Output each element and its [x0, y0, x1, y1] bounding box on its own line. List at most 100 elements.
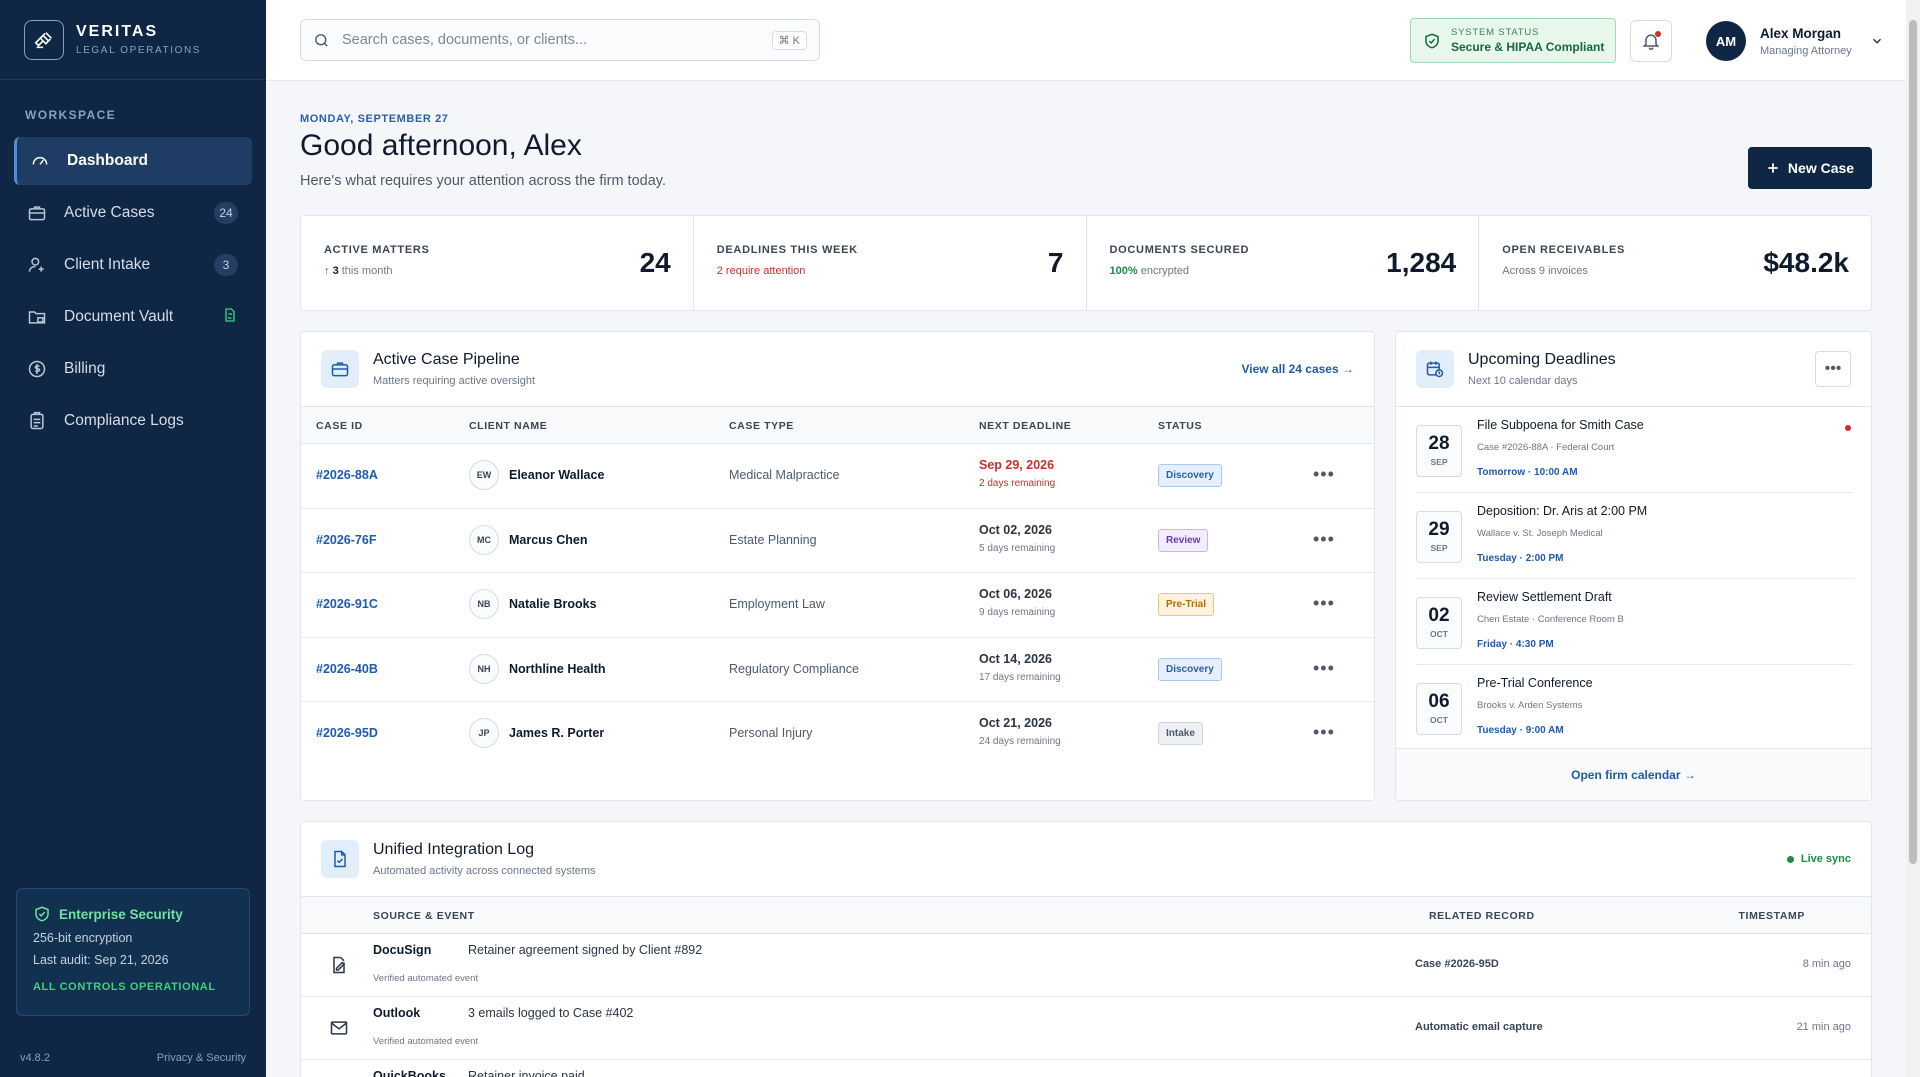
deadline-remaining: 5 days remaining	[979, 542, 1056, 554]
topbar: Search cases, documents, or clients... ⌘…	[266, 0, 1906, 81]
view-all-cases-link[interactable]: View all 24 cases →	[1241, 362, 1354, 376]
case-id-link[interactable]: #2026-40B	[316, 662, 378, 676]
column-header[interactable]: NEXT DEADLINE	[979, 420, 1071, 432]
briefcase-icon	[321, 350, 359, 388]
column-header[interactable]: CASE TYPE	[729, 420, 794, 432]
calendar-date: 28 SEP	[1416, 425, 1462, 477]
sidebar-item-label: Billing	[64, 360, 106, 377]
calendar-day: 02	[1428, 605, 1450, 626]
deadline-item[interactable]: 06 OCT Pre-Trial Conference Brooks v. Ar…	[1416, 665, 1853, 748]
table-row[interactable]: #2026-88A EW Eleanor Wallace Medical Mal…	[301, 444, 1374, 509]
table-row[interactable]: #2026-40B NH Northline Health Regulatory…	[301, 638, 1374, 702]
deadline-when: Tomorrow · 10:00 AM	[1477, 467, 1578, 478]
security-card: Enterprise Security 256-bit encryption L…	[16, 888, 250, 1016]
user-menu[interactable]: AM Alex Morgan Managing Attorney	[1706, 20, 1884, 62]
table-row[interactable]: #2026-91C NB Natalie Brooks Employment L…	[301, 573, 1374, 638]
deadline-date: Oct 14, 2026	[979, 651, 1052, 666]
notifications-button[interactable]	[1630, 20, 1672, 62]
deadline-cell: Oct 14, 2026 17 days remaining	[979, 652, 1061, 683]
more-actions-icon[interactable]: •••	[1313, 529, 1335, 550]
deadline-cell: Oct 06, 2026 9 days remaining	[979, 587, 1055, 618]
case-id-link[interactable]: #2026-91C	[316, 597, 378, 611]
workspace-label: WORKSPACE	[25, 108, 117, 122]
log-row[interactable]: DocuSign Retainer agreement signed by Cl…	[301, 934, 1871, 997]
page-scrollbar[interactable]	[1906, 0, 1920, 1077]
calendar-date: 02 OCT	[1416, 597, 1462, 649]
stat-value: 24	[639, 247, 671, 278]
search-input[interactable]: Search cases, documents, or clients... ⌘…	[300, 19, 820, 61]
sidebar-item-label: Document Vault	[64, 308, 174, 325]
log-related-record[interactable]: Case #2026-95D	[1415, 958, 1499, 970]
sidebar-item-client-intake[interactable]: Client Intake 3	[14, 241, 252, 289]
more-actions-icon[interactable]: •••	[1313, 658, 1335, 679]
sidebar-item-compliance-logs[interactable]: Compliance Logs	[14, 397, 252, 445]
calendar-clock-icon	[1416, 350, 1454, 388]
calendar-month: OCT	[1430, 629, 1448, 639]
stat-open-receivables[interactable]: OPEN RECEIVABLES Across 9 invoices $48.2…	[1479, 216, 1871, 310]
deadline-item[interactable]: 02 OCT Review Settlement Draft Chen Esta…	[1416, 579, 1853, 665]
column-header[interactable]: CASE ID	[316, 420, 363, 432]
dashboard-gauge-icon	[29, 150, 51, 172]
column-header[interactable]: TIMESTAMP	[1739, 910, 1805, 922]
more-options-button[interactable]: •••	[1815, 351, 1851, 387]
column-header[interactable]: STATUS	[1158, 420, 1202, 432]
live-dot	[1786, 855, 1794, 863]
table-row[interactable]: #2026-76F MC Marcus Chen Estate Planning…	[301, 509, 1374, 573]
more-actions-icon[interactable]: •••	[1313, 593, 1335, 614]
log-related-record[interactable]: Automatic email capture	[1415, 1021, 1543, 1033]
log-row[interactable]: QuickBooks Retainer invoice paid	[301, 1060, 1871, 1077]
sidebar-item-billing[interactable]: Billing	[14, 345, 252, 393]
card-footer: Open firm calendar →	[1396, 748, 1871, 800]
system-status-badge: SYSTEM STATUS Secure & HIPAA Compliant	[1410, 18, 1616, 63]
count-badge: 3	[214, 254, 238, 276]
stat-active-matters[interactable]: ACTIVE MATTERS ↑ 3 this month 24	[301, 216, 694, 310]
case-id-link[interactable]: #2026-88A	[316, 468, 378, 482]
stat-documents-secured[interactable]: DOCUMENTS SECURED 100% encrypted 1,284	[1087, 216, 1480, 310]
log-timestamp: 8 min ago	[1802, 958, 1851, 970]
brand[interactable]: VERITAS LEGAL OPERATIONS	[0, 0, 266, 80]
sidebar-footer: v4.8.2 Privacy & Security	[20, 1052, 246, 1064]
scrollbar-thumb[interactable]	[1909, 20, 1917, 864]
sidebar-item-active-cases[interactable]: Active Cases 24	[14, 189, 252, 237]
deadline-title: Review Settlement Draft	[1477, 590, 1612, 604]
deadline-title: File Subpoena for Smith Case	[1477, 418, 1644, 432]
security-last-audit: Last audit: Sep 21, 2026	[33, 953, 169, 967]
deadline-item[interactable]: 28 SEP File Subpoena for Smith Case Case…	[1416, 407, 1853, 493]
column-header[interactable]: CLIENT NAME	[469, 420, 547, 432]
live-sync-indicator: Live sync	[1786, 853, 1851, 865]
security-title: Enterprise Security	[59, 906, 183, 922]
status-badge: Pre-Trial	[1158, 593, 1215, 616]
new-case-button[interactable]: New Case	[1748, 147, 1872, 189]
log-timestamp: 21 min ago	[1796, 1021, 1851, 1033]
deadline-cell: Oct 02, 2026 5 days remaining	[979, 523, 1055, 554]
sidebar-item-document-vault[interactable]: Document Vault	[14, 293, 252, 341]
page-subtitle: Here's what requires your attention acro…	[300, 173, 666, 189]
deadline-when: Tuesday · 2:00 PM	[1477, 553, 1564, 564]
chevron-down-icon	[1872, 38, 1881, 44]
privacy-link[interactable]: Privacy & Security	[157, 1052, 246, 1064]
stat-deadlines-this-week[interactable]: DEADLINES THIS WEEK 2 require attention …	[694, 216, 1087, 310]
case-id-link[interactable]: #2026-95D	[316, 726, 378, 740]
version-label: v4.8.2	[20, 1052, 50, 1064]
card-title: Unified Integration Log	[373, 841, 534, 858]
sidebar-item-dashboard[interactable]: Dashboard	[14, 137, 252, 185]
more-actions-icon[interactable]: •••	[1313, 464, 1335, 485]
sidebar-item-label: Compliance Logs	[64, 412, 184, 429]
calendar-date: 06 OCT	[1416, 683, 1462, 735]
table-header: SOURCE & EVENT RELATED RECORD TIMESTAMP	[301, 896, 1871, 934]
column-header[interactable]: SOURCE & EVENT	[373, 910, 475, 922]
log-verified: Verified automated event	[373, 973, 479, 984]
more-actions-icon[interactable]: •••	[1313, 722, 1335, 743]
case-id-link[interactable]: #2026-76F	[316, 533, 376, 547]
table-row[interactable]: #2026-95D JP James R. Porter Personal In…	[301, 702, 1374, 767]
deadline-cell: Sep 29, 2026 2 days remaining	[979, 458, 1055, 489]
deadline-when: Tuesday · 9:00 AM	[1477, 725, 1564, 736]
upcoming-deadlines-card: Upcoming Deadlines Next 10 calendar days…	[1395, 331, 1872, 801]
deadline-item[interactable]: 29 SEP Deposition: Dr. Aris at 2:00 PM W…	[1416, 493, 1853, 579]
column-header[interactable]: RELATED RECORD	[1429, 910, 1535, 922]
open-calendar-link[interactable]: Open firm calendar →	[1571, 768, 1696, 782]
log-row[interactable]: Outlook 3 emails logged to Case #402 Ver…	[301, 997, 1871, 1060]
card-header: Active Case Pipeline Matters requiring a…	[301, 332, 1374, 406]
new-case-label: New Case	[1787, 160, 1855, 176]
case-type: Regulatory Compliance	[729, 661, 859, 676]
